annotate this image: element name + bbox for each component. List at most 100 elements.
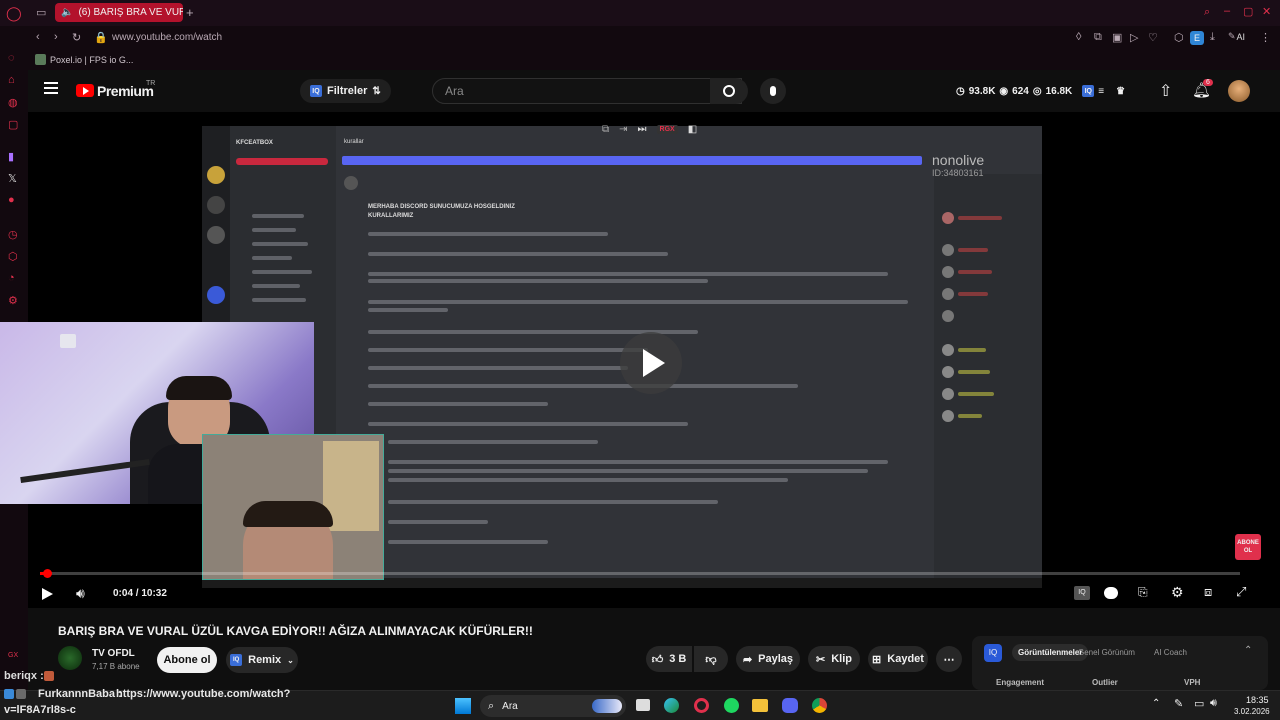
record-icon[interactable]: ● [8, 194, 15, 206]
pip-icon[interactable]: ◧ [688, 124, 697, 135]
tab-views[interactable]: Görüntülenmeler [1012, 644, 1089, 661]
clock-time[interactable]: 18:35 [1246, 695, 1269, 705]
snapshot-icon[interactable]: ⧉ [1094, 31, 1102, 44]
subscribe-badge[interactable]: ABONE OL [1235, 534, 1261, 560]
menu-icon[interactable]: ⋮ [1260, 31, 1271, 44]
edge-icon[interactable] [664, 698, 679, 713]
list-icon[interactable]: ≡ [1098, 86, 1104, 97]
history-icon[interactable]: ◷ [8, 228, 18, 241]
tab-active-video[interactable]: 🔈 (6) BARIŞ BRA VE VURA [55, 3, 183, 22]
back-icon[interactable]: ‹ [36, 31, 40, 43]
miniplayer-icon[interactable]: ⧈ [1204, 584, 1212, 600]
channel-row [252, 214, 304, 218]
twitch-icon[interactable]: ▮ [8, 150, 14, 163]
search-input[interactable]: Ara [432, 78, 742, 104]
settings-icon[interactable]: ⚙ [8, 294, 18, 307]
maximize-icon[interactable]: ▢ [1243, 5, 1253, 18]
clock-date[interactable]: 3.02.2026 [1234, 707, 1270, 716]
dislike-button[interactable]: 👎︎ [694, 646, 728, 672]
minimize-icon[interactable]: – [1224, 5, 1230, 17]
subscribe-badge-line-1: ABONE [1237, 540, 1259, 546]
volume-icon[interactable]: 🔊︎ [76, 585, 85, 602]
cube-icon[interactable]: ⬡ [8, 250, 18, 263]
rgx-button[interactable]: RGX [656, 124, 678, 134]
shopping-icon[interactable]: ⌂ [8, 74, 15, 86]
like-button[interactable]: 👍︎ 3 B [646, 646, 692, 672]
messenger-icon[interactable]: ◌ [8, 52, 15, 64]
task-view-icon[interactable] [636, 699, 650, 711]
search-button[interactable] [710, 78, 748, 104]
channel-avatar[interactable] [58, 646, 82, 670]
network-icon[interactable]: ▭ [1194, 697, 1204, 710]
pin-icon[interactable]: ◔ [8, 272, 15, 284]
player-icon[interactable]: ▷ [1130, 31, 1138, 44]
new-tab-icon[interactable]: + [186, 5, 194, 20]
tab-manager-icon[interactable]: ▭ [36, 6, 46, 19]
file-explorer-icon[interactable] [752, 699, 768, 712]
extensions-icon[interactable]: ⬡ [1174, 31, 1184, 44]
hamburger-icon[interactable] [44, 82, 58, 94]
iq-badge-icon[interactable]: IQ [1082, 85, 1095, 97]
save-button[interactable]: ⊞ Kaydet [868, 646, 928, 672]
bookmark-poxel[interactable]: Poxel.io | FPS io G... [50, 55, 133, 65]
discord-icon[interactable] [782, 698, 798, 713]
more-button[interactable]: ⋯ [936, 646, 962, 672]
filters-button[interactable]: IQ Filtreler ⇅ [300, 79, 391, 103]
start-icon[interactable] [455, 698, 471, 714]
ai-label: AI [1236, 31, 1246, 42]
extension-badge[interactable]: E [1190, 31, 1204, 45]
tab-overview[interactable]: Genel Görünüm [1078, 648, 1135, 657]
channel-name[interactable]: TV OFDL [92, 648, 135, 659]
chat-badge-icon-2 [16, 689, 26, 699]
heart-icon[interactable]: ♡ [1148, 31, 1158, 44]
close-icon[interactable]: ✕ [1262, 5, 1271, 18]
wallet-icon[interactable]: ▣ [1112, 31, 1122, 44]
enter-icon[interactable]: ⇥ [619, 124, 627, 135]
taskbar-search[interactable]: ⌕ Ara [480, 695, 626, 717]
instagram-icon[interactable]: ▢ [8, 118, 18, 131]
progress-bar[interactable] [40, 569, 1240, 578]
search-icon[interactable]: ⌕ [1204, 6, 1210, 19]
subtitles-icon[interactable]: ⎘ [1138, 585, 1148, 600]
speaker-tray-icon[interactable]: 🔊︎ [1210, 697, 1217, 710]
bookmark-icon[interactable]: ◊ [1076, 31, 1081, 43]
spotify-icon[interactable] [724, 698, 739, 713]
play-button[interactable] [42, 588, 53, 600]
collapse-icon[interactable]: ⌃ [1244, 645, 1252, 656]
center-play-button[interactable] [620, 332, 682, 394]
forward-icon[interactable]: › [54, 31, 58, 43]
like-count: 3 B [669, 653, 687, 665]
chevron-up-icon[interactable]: ⌃ [1152, 698, 1160, 709]
youtube-logo-icon[interactable] [76, 84, 94, 97]
message-avatar [344, 176, 358, 190]
clip-button[interactable]: ✂ Klip [808, 646, 860, 672]
opera-taskbar-icon[interactable] [694, 698, 709, 713]
remix-button[interactable]: IQ Remix ⌄ [226, 647, 298, 673]
chrome-icon[interactable] [812, 698, 827, 713]
copy-icon[interactable]: ⧉ [602, 124, 609, 135]
whatsapp-icon[interactable]: ◍ [8, 96, 18, 109]
subscribe-button[interactable]: Abone ol [157, 647, 217, 673]
opera-logo-icon[interactable]: ◯ [6, 5, 22, 22]
pen-icon[interactable]: ✎ [1174, 697, 1183, 710]
chat-badge: GX [8, 652, 19, 659]
avatar[interactable] [1228, 80, 1250, 102]
member-avatar [942, 288, 954, 300]
skip-icon[interactable]: ⏭ [638, 124, 647, 135]
tab-ai-coach[interactable]: AI Coach [1154, 648, 1187, 657]
url-field[interactable]: www.youtube.com/watch [112, 32, 222, 43]
settings-gear-icon[interactable]: ⚙ [1171, 584, 1184, 601]
reload-icon[interactable]: ↻ [72, 31, 81, 44]
ai-icon[interactable]: ✎ AI [1228, 31, 1245, 42]
scrubber-handle[interactable] [43, 569, 52, 578]
fullscreen-icon[interactable]: ⤢ [1236, 584, 1246, 600]
share-button[interactable]: ➦ Paylaş [736, 646, 800, 672]
download-icon[interactable]: ⤓ [1210, 31, 1215, 44]
mic-button[interactable] [760, 78, 786, 104]
youtube-logo-text[interactable]: Premium [97, 83, 154, 99]
upload-icon[interactable]: ⇧ [1159, 81, 1172, 101]
x-icon[interactable]: 𝕏 [8, 172, 17, 185]
iq-player-icon[interactable]: IQ [1074, 586, 1090, 600]
autoplay-toggle[interactable] [1104, 587, 1118, 599]
trophy-icon[interactable]: ♛ [1116, 86, 1125, 97]
